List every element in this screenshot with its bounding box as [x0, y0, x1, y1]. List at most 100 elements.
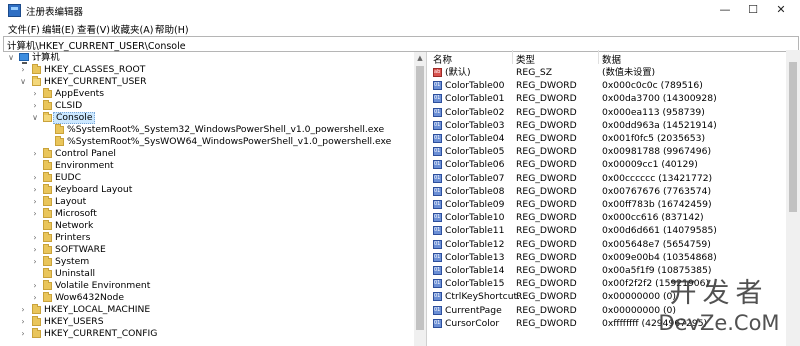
expand-arrow-icon[interactable]: › [31, 280, 39, 292]
menu-help[interactable]: 帮助(H) [155, 22, 189, 36]
expand-arrow-icon[interactable]: › [31, 292, 39, 304]
expand-arrow-icon[interactable]: › [31, 244, 39, 256]
value-row[interactable]: ColorTable13 REG_DWORD 0x009e00b4 (1035486… [428, 251, 786, 264]
value-row[interactable]: ColorTable05 REG_DWORD 0x00981788 (9967496… [428, 145, 786, 158]
collapse-arrow-icon[interactable]: ∨ [19, 76, 27, 88]
tree-scrollbar[interactable]: ▲ [414, 52, 426, 346]
close-button[interactable]: ✕ [766, 0, 796, 20]
value-type: REG_DWORD [516, 291, 577, 303]
expand-arrow-icon[interactable]: › [31, 88, 39, 100]
column-divider[interactable] [598, 50, 599, 64]
value-row[interactable]: ColorTable12 REG_DWORD 0x005648e7 (5654759… [428, 238, 786, 251]
tree-item-label: System [55, 256, 90, 267]
folder-icon [43, 232, 52, 242]
value-row[interactable]: ColorTable11 REG_DWORD 0x00d6d661 (1407958… [428, 224, 786, 237]
value-row[interactable]: ColorTable00 REG_DWORD 0x000c0c0c (789516) [428, 79, 786, 92]
value-type: REG_DWORD [516, 238, 577, 250]
collapse-arrow-icon[interactable]: ∨ [7, 52, 15, 64]
expand-arrow-icon[interactable]: › [31, 256, 39, 268]
string-value-icon [433, 66, 442, 79]
binary-value-icon [433, 251, 442, 264]
value-row[interactable]: ColorTable02 REG_DWORD 0x000ea113 (958739) [428, 106, 786, 119]
binary-value-icon [433, 224, 442, 237]
menu-edit[interactable]: 编辑(E) [42, 22, 74, 36]
tree-item-label: HKEY_CLASSES_ROOT [44, 64, 146, 75]
expand-arrow-icon[interactable]: › [31, 232, 39, 244]
binary-value-icon [433, 158, 442, 171]
collapse-arrow-icon[interactable]: ∨ [31, 112, 39, 124]
value-data: 0x00009cc1 (40129) [602, 159, 698, 171]
values-scroll-thumb[interactable] [789, 62, 797, 212]
value-data: 0x000cc616 (837142) [602, 212, 704, 224]
expand-arrow-icon[interactable]: › [19, 316, 27, 328]
menu-file[interactable]: 文件(F) [8, 22, 40, 36]
value-data: 0x00ff783b (16742459) [602, 199, 712, 210]
tree-item-label: Network [55, 220, 94, 231]
value-data: 0x00767676 (7763574) [602, 185, 712, 197]
scroll-up-icon[interactable]: ▲ [414, 52, 426, 64]
expand-arrow-icon[interactable]: › [19, 304, 27, 316]
value-data: 0x000ea113 (958739) [602, 106, 705, 118]
expand-arrow-icon[interactable]: › [31, 184, 39, 196]
value-name: ColorTable00 [445, 80, 505, 92]
expand-arrow-icon[interactable]: › [31, 172, 39, 184]
expand-arrow-icon[interactable]: › [31, 208, 39, 220]
expand-arrow-icon[interactable]: › [31, 196, 39, 208]
value-name: ColorTable04 [445, 133, 505, 144]
column-header-name[interactable]: 名称 [433, 52, 452, 66]
value-data: 0x00981788 (9967496) [602, 146, 712, 158]
binary-value-icon [433, 185, 442, 198]
column-header-type[interactable]: 类型 [516, 52, 535, 66]
value-row[interactable]: ColorTable14 REG_DWORD 0x00a5f1f9 (1087538… [428, 264, 786, 277]
watermark-line2: DevZe.CoM [658, 311, 780, 335]
tree-item-label: HKEY_USERS [44, 316, 104, 327]
tree-item-label: Volatile Environment [55, 280, 151, 291]
value-name: ColorTable02 [445, 106, 505, 118]
registry-app-icon [8, 4, 21, 17]
value-type: REG_DWORD [516, 199, 577, 210]
menu-favorites[interactable]: 收藏夹(A) [111, 22, 153, 36]
value-name: CurrentPage [445, 304, 502, 316]
expand-arrow-icon[interactable]: › [19, 328, 27, 340]
expand-arrow-icon[interactable]: › [31, 148, 39, 160]
folder-icon [32, 64, 41, 74]
value-row[interactable]: ColorTable08 REG_DWORD 0x00767676 (7763574… [428, 185, 786, 198]
folder-icon [55, 124, 64, 134]
maximize-button[interactable]: ☐ [738, 0, 768, 20]
binary-value-icon [433, 304, 442, 317]
value-name: CursorColor [445, 317, 500, 329]
value-name: ColorTable11 [445, 225, 505, 237]
tree-item-label: Keyboard Layout [55, 184, 133, 195]
registry-tree: ∨ 计算机 › HKEY_CLASSES_ROOT ∨ HKEY_CURRENT… [3, 52, 427, 346]
expand-arrow-icon[interactable]: › [31, 100, 39, 112]
value-name: ColorTable12 [445, 238, 505, 250]
folder-icon [43, 172, 52, 182]
minimize-button[interactable]: — [710, 0, 740, 20]
value-row[interactable]: ColorTable06 REG_DWORD 0x00009cc1 (40129) [428, 158, 786, 171]
expand-arrow-icon[interactable]: › [19, 64, 27, 76]
tree-scroll-thumb[interactable] [416, 66, 424, 330]
value-row[interactable]: ColorTable01 REG_DWORD 0x00da3700 (1430092… [428, 92, 786, 105]
value-data: 0x000c0c0c (789516) [602, 80, 703, 92]
tree-item-label: Control Panel [55, 148, 116, 159]
folder-icon [32, 304, 41, 314]
value-data: (数值未设置) [602, 67, 656, 78]
tree-item-label: %SystemRoot%_System32_WindowsPowerShell_… [67, 124, 385, 135]
computer-icon [19, 53, 29, 64]
tree-item-label: Wow6432Node [55, 292, 125, 303]
value-row[interactable]: ColorTable03 REG_DWORD 0x00dd963a (1452191… [428, 119, 786, 132]
address-path[interactable]: 计算机\HKEY_CURRENT_USER\Console [7, 38, 186, 52]
column-divider[interactable] [512, 50, 513, 64]
site-watermark: 开发者 DevZe.CoM [640, 278, 798, 346]
binary-value-icon [433, 277, 442, 290]
tree-item-label: Uninstall [55, 268, 96, 279]
value-row[interactable]: (默认) REG_SZ (数值未设置) [428, 66, 786, 79]
column-header-data[interactable]: 数据 [602, 52, 621, 66]
tree-item-label: Printers [55, 232, 91, 243]
value-row[interactable]: ColorTable04 REG_DWORD 0x001f0fc5 (2035653… [428, 132, 786, 145]
value-type: REG_DWORD [516, 304, 577, 316]
value-row[interactable]: ColorTable09 REG_DWORD 0x00ff783b (1674245… [428, 198, 786, 211]
value-row[interactable]: ColorTable07 REG_DWORD 0x00cccccc (1342177… [428, 172, 786, 185]
menu-view[interactable]: 查看(V) [77, 22, 110, 36]
value-row[interactable]: ColorTable10 REG_DWORD 0x000cc616 (837142) [428, 211, 786, 224]
